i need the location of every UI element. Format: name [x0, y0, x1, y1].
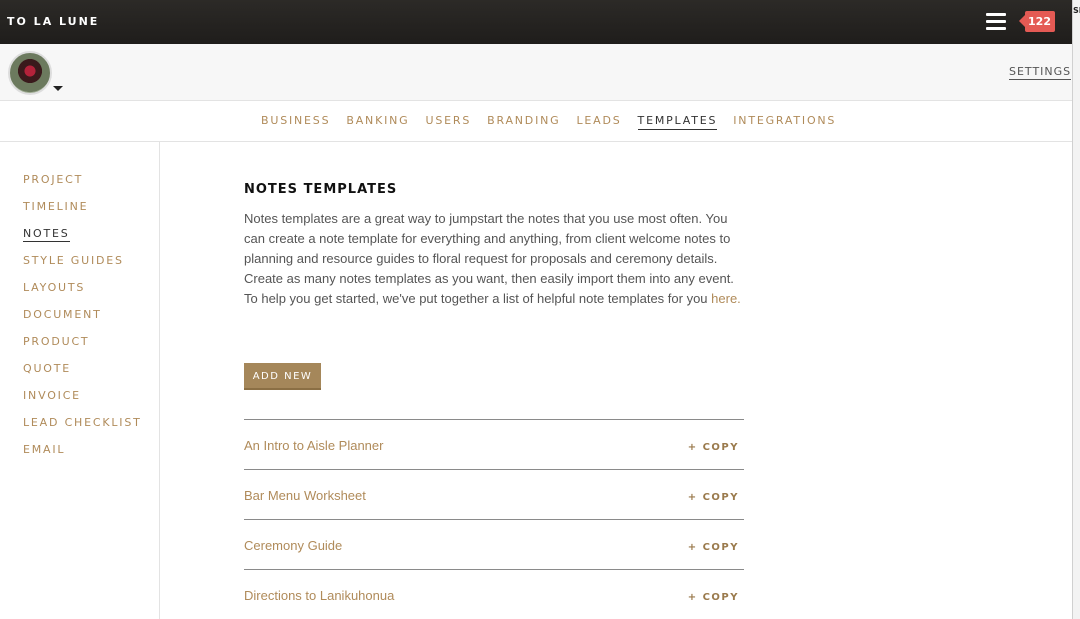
template-row: Bar Menu Worksheet + COPY	[244, 469, 744, 519]
template-row: Directions to Lanikuhonua + COPY	[244, 569, 744, 619]
template-row: An Intro to Aisle Planner + COPY	[244, 419, 744, 469]
tab-business[interactable]: BUSINESS	[261, 114, 330, 130]
template-list: An Intro to Aisle Planner + COPY Bar Menu …	[244, 419, 744, 619]
sidebar-item-timeline[interactable]: TIMELINE	[23, 200, 88, 214]
sidebar-item-notes[interactable]: NOTES	[23, 227, 70, 242]
page-title: NOTES TEMPLATES	[244, 182, 398, 197]
avatar[interactable]	[8, 51, 52, 95]
sidebar-item-product[interactable]: PRODUCT	[23, 335, 89, 349]
sidebar-item-invoice[interactable]: INVOICE	[23, 389, 81, 403]
sidebar-item-quote[interactable]: QUOTE	[23, 362, 71, 376]
description-text: Notes templates are a great way to jumps…	[244, 211, 734, 306]
copy-button[interactable]: + COPY	[688, 492, 739, 503]
caret-down-icon[interactable]	[53, 86, 63, 91]
template-name[interactable]: Ceremony Guide	[244, 538, 342, 553]
add-new-button[interactable]: ADD NEW	[244, 363, 321, 390]
template-name[interactable]: Directions to Lanikuhonua	[244, 588, 394, 603]
edge-text: SI	[1073, 6, 1080, 15]
brand-name[interactable]: TO LA LUNE	[7, 15, 99, 28]
help-link[interactable]: here.	[711, 291, 741, 306]
sidebar-item-lead-checklist[interactable]: LEAD CHECKLIST	[23, 416, 142, 430]
copy-button[interactable]: + COPY	[688, 442, 739, 453]
subheader: SETTINGS	[0, 44, 1072, 101]
page-description: Notes templates are a great way to jumps…	[244, 209, 749, 309]
sidebar-item-layouts[interactable]: LAYOUTS	[23, 281, 85, 295]
template-name[interactable]: An Intro to Aisle Planner	[244, 438, 383, 453]
tab-users[interactable]: USERS	[426, 114, 472, 130]
tab-templates[interactable]: TEMPLATES	[637, 114, 718, 130]
tab-leads[interactable]: LEADS	[576, 114, 621, 130]
main-content: NOTES TEMPLATES Notes templates are a gr…	[160, 142, 1072, 619]
template-row: Ceremony Guide + COPY	[244, 519, 744, 569]
settings-link[interactable]: SETTINGS	[1009, 65, 1072, 80]
sidebar-item-document[interactable]: DOCUMENT	[23, 308, 102, 322]
copy-button[interactable]: + COPY	[688, 592, 739, 603]
notification-badge[interactable]: 122	[1019, 11, 1055, 32]
tab-integrations[interactable]: INTEGRATIONS	[733, 114, 836, 130]
settings-tabs: BUSINESS BANKING USERS BRANDING LEADS TEMPLAT…	[0, 101, 1072, 142]
top-bar: TO LA LUNE 122	[0, 0, 1072, 44]
tab-banking[interactable]: BANKING	[346, 114, 409, 130]
templates-sidebar: PROJECT TIMELINE NOTES STYLE GUIDES LAYOUTS D…	[0, 142, 160, 619]
sidebar-item-project[interactable]: PROJECT	[23, 173, 83, 187]
sidebar-item-style-guides[interactable]: STYLE GUIDES	[23, 254, 124, 268]
template-name[interactable]: Bar Menu Worksheet	[244, 488, 366, 503]
right-gutter: SI	[1072, 0, 1080, 619]
hamburger-menu-icon[interactable]	[986, 13, 1006, 30]
tabs-container: BUSINESS BANKING USERS BRANDING LEADS TEMPLAT…	[261, 114, 852, 130]
sidebar-item-email[interactable]: EMAIL	[23, 443, 65, 457]
copy-button[interactable]: + COPY	[688, 542, 739, 553]
tab-branding[interactable]: BRANDING	[487, 114, 560, 130]
